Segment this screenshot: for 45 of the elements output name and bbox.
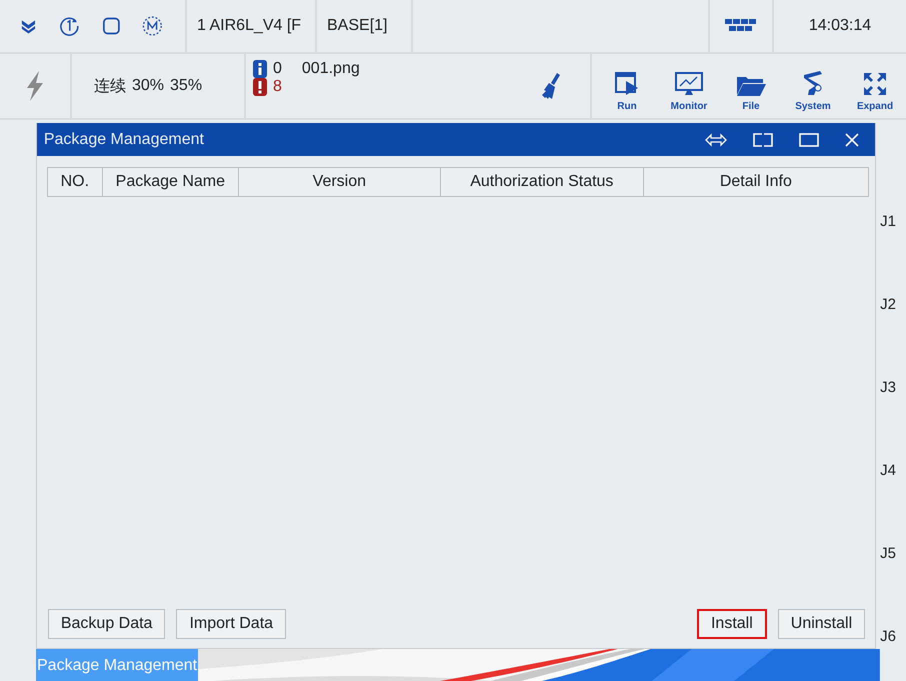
lightning-icon[interactable] [24, 70, 46, 102]
square-icon[interactable] [102, 16, 120, 36]
action-button[interactable]: Install [696, 609, 767, 639]
robot-name: 1 AIR6L_V4 [F [197, 17, 302, 35]
column-header: Package Name [102, 167, 239, 197]
info-count: 0 [273, 60, 282, 78]
split-view-icon[interactable] [753, 132, 774, 146]
keyboard-icon[interactable] [723, 18, 759, 34]
speed-value: 35% [170, 77, 202, 95]
close-icon[interactable] [845, 132, 860, 146]
coordinate-system: BASE[1] [327, 17, 388, 35]
file-button[interactable]: File [720, 58, 782, 118]
resize-horizontal-icon[interactable] [705, 132, 728, 146]
speed-value: 30% [132, 77, 164, 95]
broom-icon[interactable] [540, 72, 562, 100]
expand-button[interactable]: Expand [844, 58, 906, 118]
monitor-icon [674, 71, 704, 97]
motor-icon[interactable] [142, 15, 163, 37]
action-button[interactable]: Uninstall [778, 609, 866, 639]
joint-label: J2 [880, 296, 897, 313]
expand-icon [862, 71, 888, 97]
run-mode: 连续 [94, 76, 126, 96]
column-header: Version [238, 167, 441, 197]
column-header: Authorization Status [440, 167, 644, 197]
alert-icon [253, 78, 267, 96]
monitor-button[interactable]: Monitor [658, 58, 720, 118]
joint-label: J1 [880, 213, 897, 230]
column-header: NO. [46, 167, 103, 197]
joint-label: J6 [880, 628, 897, 645]
action-button[interactable]: Import Data [176, 609, 286, 639]
run-button[interactable]: Run [596, 58, 658, 118]
cycle-icon[interactable] [58, 15, 80, 37]
column-header: Detail Info [642, 167, 869, 197]
joint-label: J4 [880, 462, 897, 479]
action-button[interactable]: Backup Data [48, 609, 166, 639]
dialog-title: Package Management [44, 130, 205, 148]
system-button[interactable]: System [782, 58, 844, 118]
run-window-icon [614, 71, 640, 97]
maximize-icon[interactable] [799, 132, 820, 146]
joint-label: J5 [880, 545, 897, 562]
joint-label: J3 [880, 379, 897, 396]
info-icon [253, 60, 267, 78]
file-name: 001.png [302, 60, 360, 78]
error-count: 8 [273, 78, 282, 96]
clock-time: 14:03:14 [808, 17, 872, 35]
